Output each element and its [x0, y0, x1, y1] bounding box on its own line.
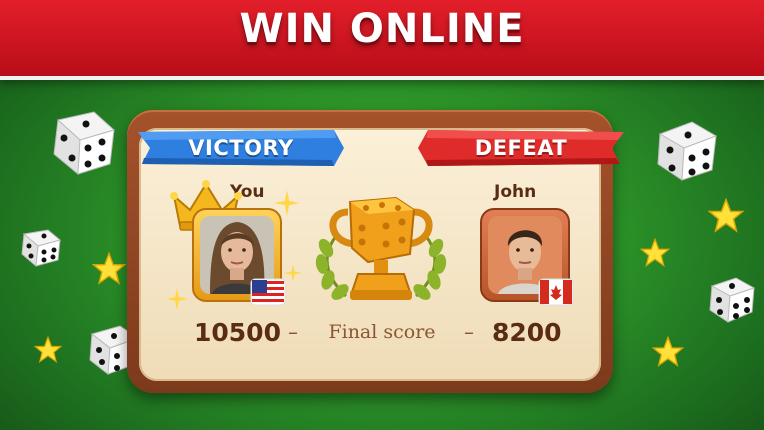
sparkle-icon — [166, 288, 188, 310]
victory-ribbon: VICTORY — [138, 128, 344, 168]
defeat-label: DEFEAT — [474, 136, 568, 160]
canada-flag-icon — [538, 278, 574, 306]
star-icon — [652, 336, 684, 367]
score-separator-right: – — [464, 320, 474, 344]
dice-icon — [657, 121, 718, 181]
us-flag-icon — [250, 278, 286, 306]
star-icon — [708, 198, 744, 233]
defeat-ribbon: DEFEAT — [418, 128, 624, 168]
sparkle-icon — [284, 264, 302, 282]
sparkle-icon — [274, 190, 300, 216]
player-name-john: John — [494, 182, 537, 202]
banner-title: WIN ONLINE — [239, 6, 525, 52]
dice-icon — [53, 111, 115, 176]
final-score-label: Final score — [328, 321, 436, 343]
dice-icon — [21, 229, 62, 268]
star-icon — [92, 252, 126, 285]
title-banner: WIN ONLINE — [0, 0, 764, 80]
score-john: 8200 — [492, 318, 562, 347]
score-you: 10500 — [194, 318, 281, 347]
dice-icon — [709, 277, 756, 323]
star-icon — [640, 238, 670, 267]
star-icon — [34, 336, 62, 364]
trophy-icon — [315, 196, 447, 300]
victory-label: VICTORY — [188, 136, 294, 160]
